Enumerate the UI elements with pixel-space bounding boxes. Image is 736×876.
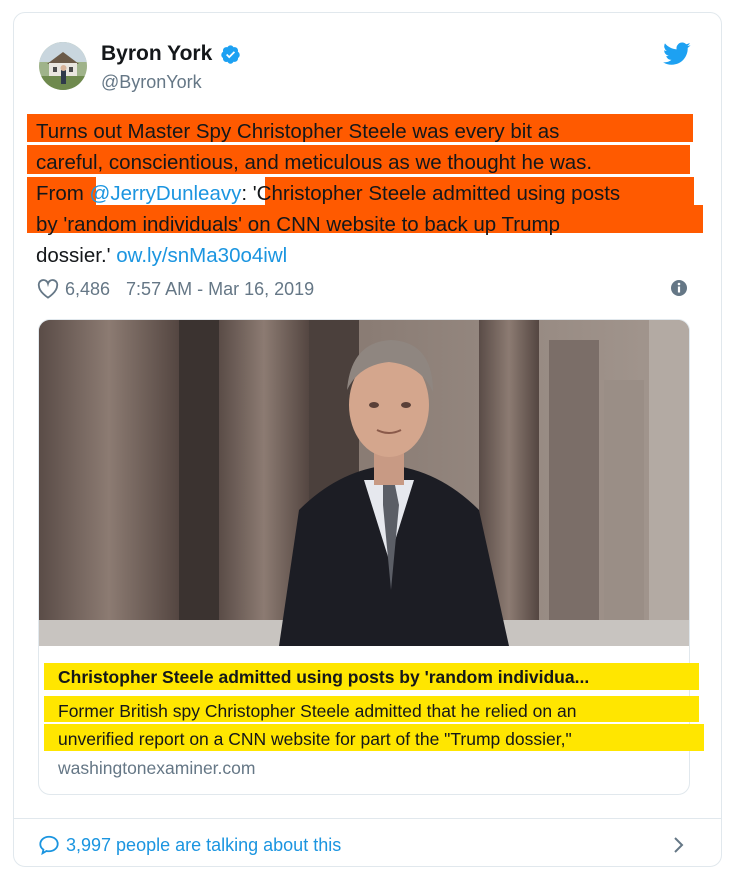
tweet-meta: 6,486 7:57 AM - Mar 16, 2019 <box>37 277 314 301</box>
link-card-title[interactable]: Christopher Steele admitted using posts … <box>58 665 589 689</box>
heart-icon[interactable] <box>37 279 59 299</box>
link-card-description: Former British spy Christopher Steele ad… <box>58 697 698 753</box>
conversation-link[interactable]: 3,997 people are talking about this <box>38 833 341 857</box>
article-photo[interactable] <box>39 320 690 646</box>
conversation-count-text[interactable]: 3,997 people are talking about this <box>66 833 341 857</box>
author-name[interactable]: Byron York <box>101 41 241 67</box>
like-count[interactable]: 6,486 <box>65 277 110 301</box>
link-card-domain: washingtonexaminer.com <box>58 758 256 778</box>
tweet-text-segment: : 'Christopher Steele admitted using pos… <box>241 182 621 205</box>
description-line: Former British spy Christopher Steele ad… <box>58 701 577 721</box>
tweet-line: dossier.' ow.ly/snMa30o4iwl <box>36 240 706 271</box>
twitter-bird-icon[interactable] <box>663 42 691 66</box>
avatar[interactable] <box>39 42 87 90</box>
tweet-text-segment: dossier.' <box>36 244 117 267</box>
footer-divider <box>14 818 721 819</box>
tweet-line: careful, conscientious, and meticulous a… <box>36 151 593 174</box>
mention-link[interactable]: @JerryDunleavy <box>90 182 242 205</box>
tweet-line: Turns out Master Spy Christopher Steele … <box>36 120 560 143</box>
description-line: unverified report on a CNN website for p… <box>58 729 572 749</box>
info-icon[interactable] <box>670 279 688 297</box>
comment-bubble-icon <box>39 835 59 856</box>
verified-badge-icon <box>221 44 240 64</box>
tweet-line: by 'random individuals' on CNN website t… <box>36 213 560 236</box>
tweet-text: Turns out Master Spy Christopher Steele … <box>36 116 706 271</box>
timestamp[interactable]: 7:57 AM - Mar 16, 2019 <box>126 277 314 301</box>
author-name-text[interactable]: Byron York <box>101 41 212 67</box>
chevron-right-icon[interactable] <box>672 836 686 854</box>
tweet-text-segment: From <box>36 182 90 205</box>
author-handle[interactable]: @ByronYork <box>101 70 202 94</box>
url-link[interactable]: ow.ly/snMa30o4iwl <box>116 244 287 267</box>
tweet-line: From @JerryDunleavy: 'Christopher Steele… <box>36 178 706 209</box>
